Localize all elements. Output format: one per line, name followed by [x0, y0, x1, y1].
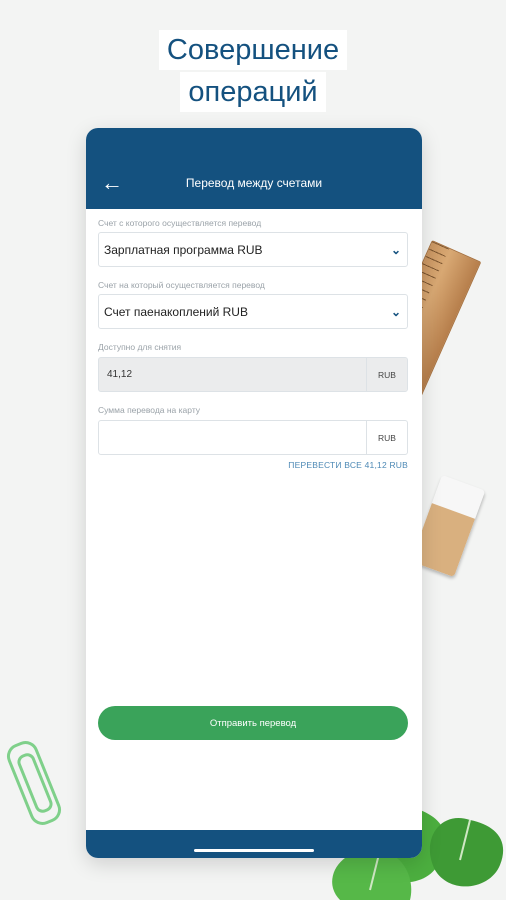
from-account-value: Зарплатная программа RUB — [104, 242, 263, 257]
screen-title: Перевод между счетами — [185, 176, 323, 190]
available-field: 41,12 RUB — [98, 357, 408, 392]
amount-currency: RUB — [366, 421, 407, 454]
amount-field: RUB — [98, 420, 408, 455]
promo-headline: Совершение операций — [0, 30, 506, 112]
promo-line-1: Совершение — [158, 30, 348, 70]
amount-input[interactable] — [99, 421, 366, 454]
chevron-down-icon: ⌄ — [390, 304, 401, 319]
transfer-form: Счет с которого осуществляется перевод З… — [86, 217, 422, 470]
app-bar: ← Перевод между счетами — [86, 128, 422, 209]
to-account-select[interactable]: Счет паенакоплений RUB ⌄ — [98, 294, 408, 329]
to-account-value: Счет паенакоплений RUB — [104, 304, 248, 319]
chevron-down-icon: ⌄ — [390, 242, 401, 257]
amount-label: Сумма перевода на карту — [98, 405, 201, 415]
promo-line-2: операций — [180, 72, 326, 112]
available-currency: RUB — [366, 358, 407, 391]
to-account-label: Счет на который осуществляется перевод — [98, 280, 265, 290]
transfer-all-link[interactable]: ПЕРЕВЕСТИ ВСЕ 41,12 RUB — [98, 460, 408, 470]
available-value: 41,12 — [107, 369, 133, 380]
system-nav-bar — [86, 830, 422, 858]
phone-screen: ← Перевод между счетами Счет с которого … — [86, 128, 422, 858]
home-indicator[interactable] — [194, 849, 314, 852]
from-account-select[interactable]: Зарплатная программа RUB ⌄ — [98, 232, 408, 267]
from-account-label: Счет с которого осуществляется перевод — [98, 218, 262, 228]
available-label: Доступно для снятия — [98, 342, 182, 352]
send-transfer-button[interactable]: Отправить перевод — [98, 706, 408, 740]
